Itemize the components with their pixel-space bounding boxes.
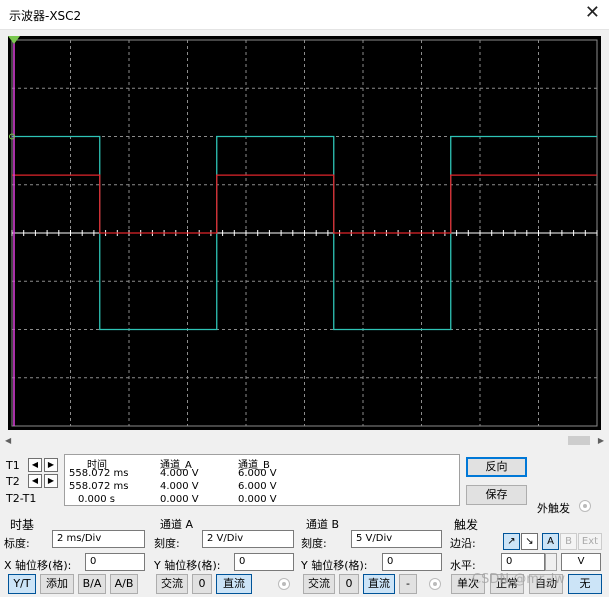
- t2-t1-channel-a: 0.000 V: [160, 494, 199, 505]
- scrollbar-thumb[interactable]: [568, 436, 590, 445]
- cursor-readout-table: 时间 通道_A 通道_B 558.072 ms 4.000 V 6.000 V …: [64, 454, 460, 506]
- t1-left-button[interactable]: ◀: [28, 458, 42, 472]
- channel-b-ypos-label: Y 轴位移(格):: [301, 559, 368, 572]
- window-title: 示波器-XSC2: [9, 9, 82, 23]
- t1-channel-a: 4.000 V: [160, 468, 199, 479]
- waveform-plot[interactable]: [8, 36, 601, 430]
- trigger-level-unit[interactable]: V: [561, 553, 601, 571]
- mode-add-button[interactable]: 添加: [40, 574, 74, 594]
- channel-b-title: 通道 B: [306, 518, 340, 531]
- control-panel: T1 ◀ ▶ T2 ◀ ▶ T2-T1 时间 通道_A 通道_B 558.072…: [0, 448, 609, 597]
- channel-a-ypos-field[interactable]: 0: [234, 553, 294, 571]
- trigger-source-b[interactable]: B: [560, 533, 577, 550]
- channel-b-radio[interactable]: [429, 578, 441, 590]
- timebase-title: 时基: [10, 518, 35, 532]
- t1-label: T1: [6, 459, 20, 472]
- t2-channel-b: 6.000 V: [238, 481, 277, 492]
- trigger-single-button[interactable]: 单次: [451, 574, 485, 594]
- timebase-scale-field[interactable]: 2 ms/Div: [52, 530, 145, 548]
- trigger-source-a[interactable]: A: [542, 533, 559, 550]
- t1-time: 558.072 ms: [69, 468, 129, 479]
- timebase-xpos-label: X 轴位移(格):: [4, 559, 72, 572]
- t2-time: 558.072 ms: [69, 481, 129, 492]
- rising-edge-icon[interactable]: ↗: [503, 533, 520, 550]
- scroll-right-icon[interactable]: ▶: [598, 434, 604, 447]
- t2-channel-a: 4.000 V: [160, 481, 199, 492]
- channel-b-scale-label: 刻度:: [301, 537, 327, 550]
- channel-a-radio[interactable]: [278, 578, 290, 590]
- trigger-level-spinner[interactable]: [545, 553, 557, 571]
- trigger-normal-button[interactable]: 正常: [490, 574, 524, 594]
- channel-a-ypos-label: Y 轴位移(格):: [154, 559, 221, 572]
- timebase-xpos-field[interactable]: 0: [85, 553, 145, 571]
- trigger-edge-label: 边沿:: [450, 537, 476, 550]
- trigger-level-field[interactable]: 0: [501, 553, 545, 571]
- channel-b-minus-button[interactable]: -: [399, 574, 417, 594]
- mode-ba-button[interactable]: B/A: [78, 574, 106, 594]
- t1-channel-b: 6.000 V: [238, 468, 277, 479]
- channel-a-title: 通道 A: [160, 518, 194, 531]
- trigger-auto-button[interactable]: 自动: [529, 574, 563, 594]
- timebase-scale-label: 标度:: [4, 537, 30, 550]
- channel-a-zero-button[interactable]: 0: [192, 574, 212, 594]
- t2-t1-time: 0.000 s: [78, 494, 116, 505]
- channel-a-dc-button[interactable]: 直流: [216, 574, 252, 594]
- ext-trigger-label: 外触发: [537, 502, 570, 515]
- close-icon[interactable]: ✕: [585, 4, 600, 22]
- channel-b-dc-button[interactable]: 直流: [363, 574, 395, 594]
- trigger-none-button[interactable]: 无: [568, 574, 602, 594]
- t1-right-button[interactable]: ▶: [44, 458, 58, 472]
- ext-trigger-radio[interactable]: [579, 500, 591, 512]
- channel-a-ac-button[interactable]: 交流: [156, 574, 188, 594]
- oscilloscope-screen[interactable]: [8, 36, 601, 430]
- channel-b-ypos-field[interactable]: 0: [382, 553, 442, 571]
- scroll-left-icon[interactable]: ◀: [5, 434, 11, 447]
- title-bar: 示波器-XSC2 ✕: [0, 0, 609, 30]
- channel-a-scale-label: 刻度:: [154, 537, 180, 550]
- channel-b-ac-button[interactable]: 交流: [303, 574, 335, 594]
- horizontal-scrollbar[interactable]: ◀ ▶: [3, 434, 606, 447]
- t2-label: T2: [6, 475, 20, 488]
- trigger-title: 触发: [454, 518, 479, 532]
- t2-t1-channel-b: 0.000 V: [238, 494, 277, 505]
- mode-yt-button[interactable]: Y/T: [8, 574, 36, 594]
- channel-b-scale-field[interactable]: 5 V/Div: [351, 530, 442, 548]
- mode-ab-button[interactable]: A/B: [110, 574, 138, 594]
- channel-b-zero-button[interactable]: 0: [339, 574, 359, 594]
- falling-edge-icon[interactable]: ↘: [521, 533, 538, 550]
- t2-left-button[interactable]: ◀: [28, 474, 42, 488]
- trigger-level-label: 水平:: [450, 559, 476, 572]
- channel-a-scale-field[interactable]: 2 V/Div: [202, 530, 294, 548]
- reverse-button[interactable]: 反向: [466, 457, 527, 477]
- trigger-source-ext[interactable]: Ext: [578, 533, 602, 550]
- t2-t1-label: T2-T1: [6, 492, 37, 505]
- t2-right-button[interactable]: ▶: [44, 474, 58, 488]
- save-button[interactable]: 保存: [466, 485, 527, 505]
